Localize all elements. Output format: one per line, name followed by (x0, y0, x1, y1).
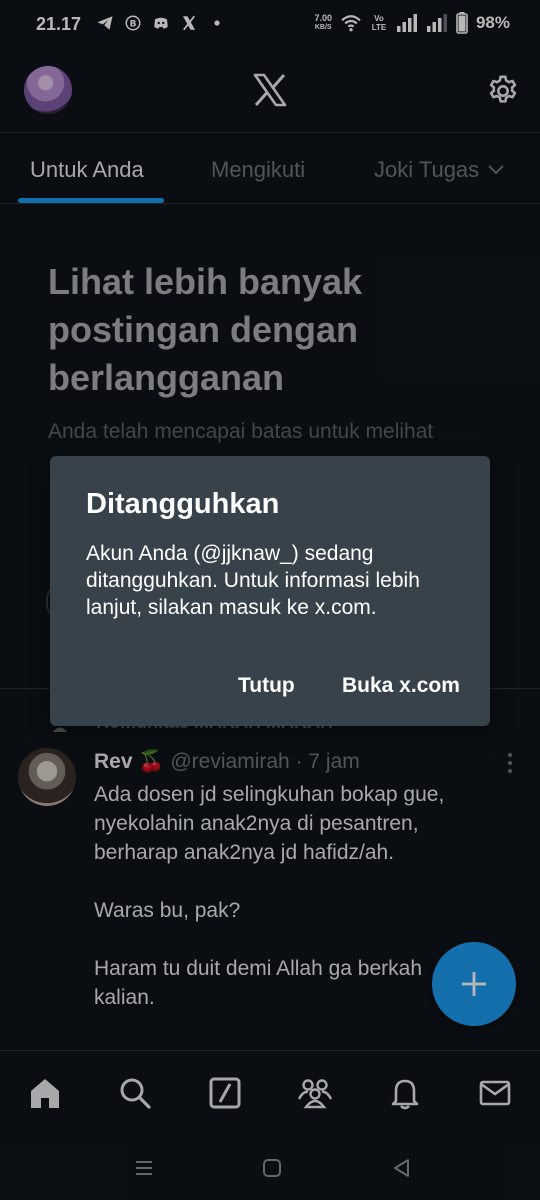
suspended-dialog: Ditangguhkan Akun Anda (@jjknaw_) sedang… (50, 456, 490, 726)
dialog-title: Ditangguhkan (86, 488, 280, 520)
open-x-com-button[interactable]: Buka x.com (342, 674, 460, 698)
dialog-body: Akun Anda (@jjknaw_) sedang ditangguhkan… (86, 542, 420, 619)
screen: 21.17 B 7.00 KB/S Vo LTE 98% Untuk Anda … (0, 0, 540, 1200)
close-button[interactable]: Tutup (238, 674, 295, 698)
